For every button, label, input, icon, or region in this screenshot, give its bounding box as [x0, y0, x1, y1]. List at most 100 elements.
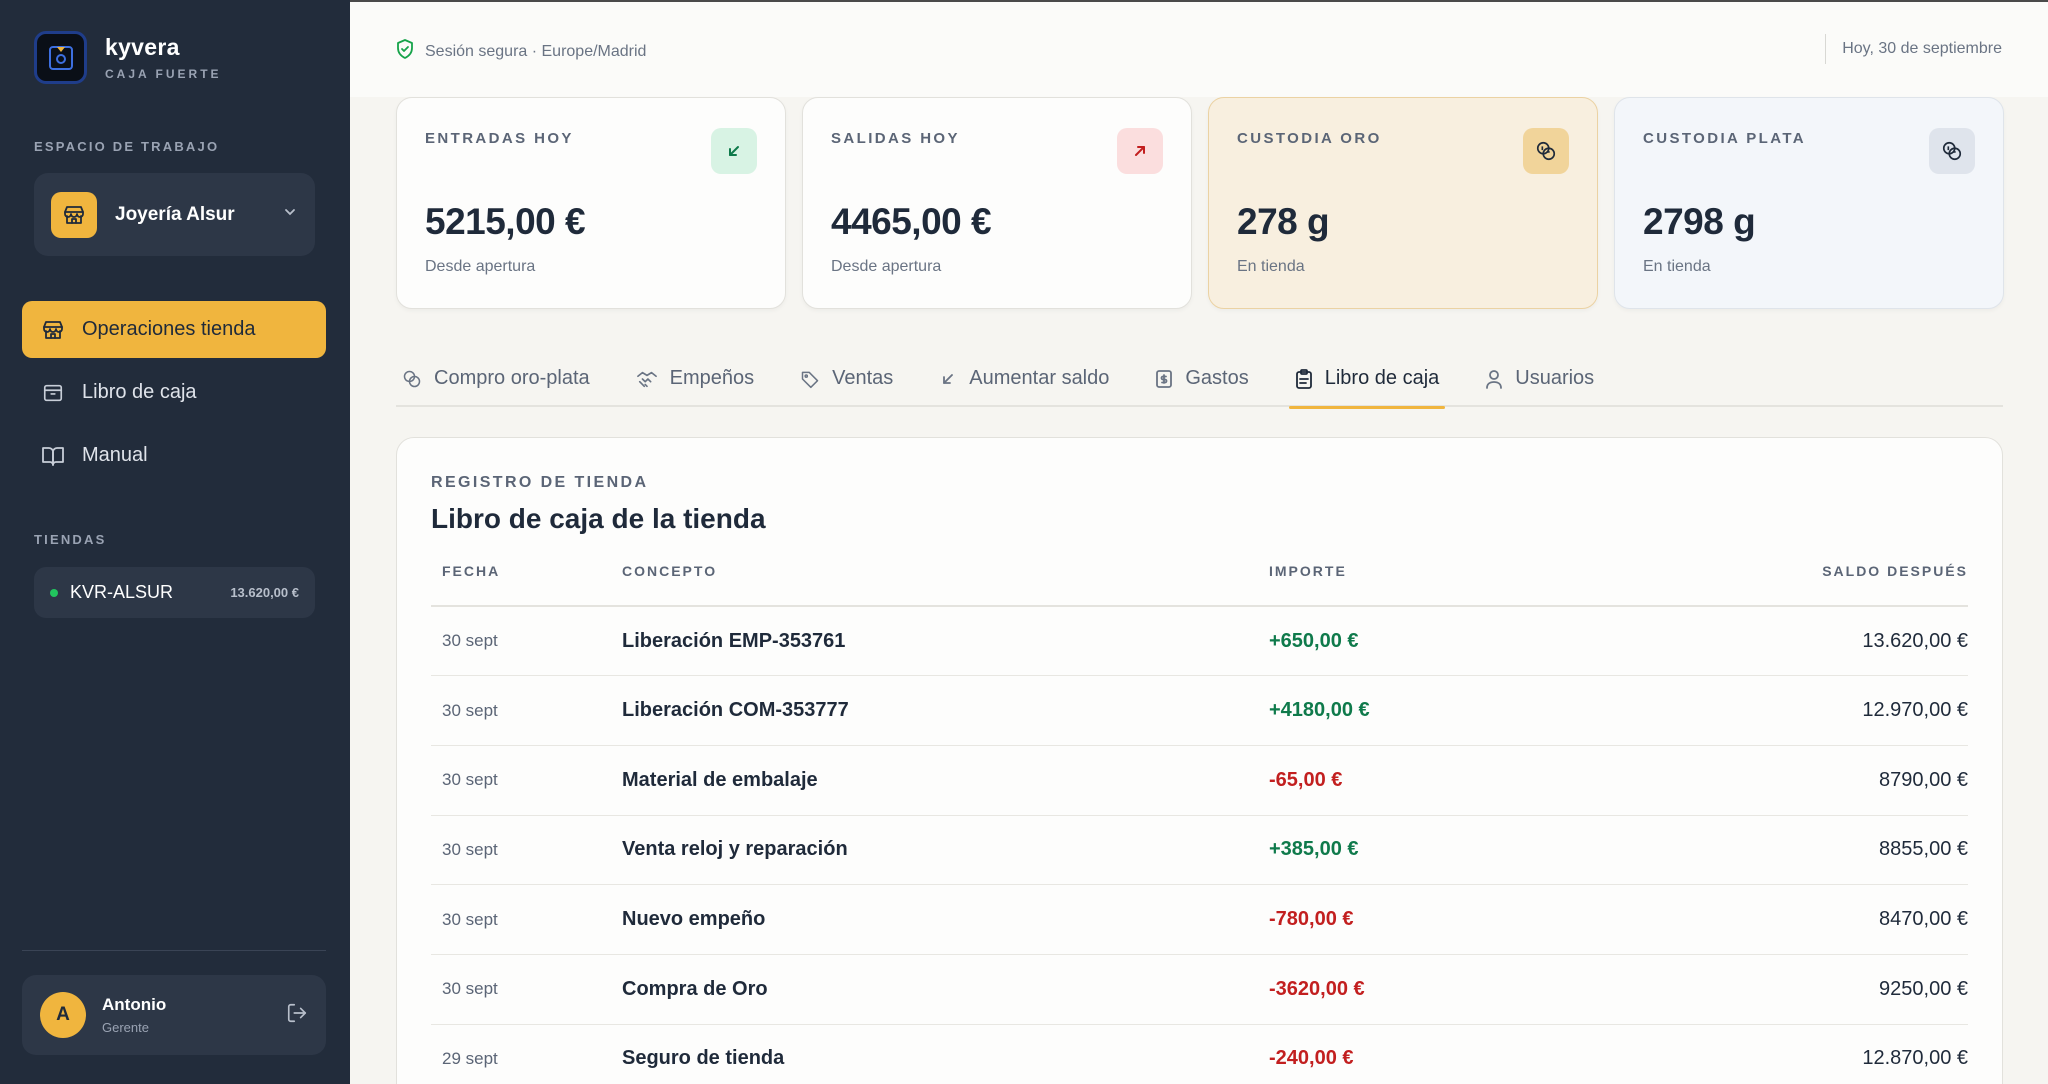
tab-empenos[interactable]: Empeños: [630, 350, 761, 407]
cell-date: 30 sept: [431, 954, 622, 1025]
sidebar-item-label: Operaciones tienda: [82, 318, 256, 340]
table-row[interactable]: 30 sept Venta reloj y reparación +385,00…: [431, 815, 1968, 886]
cell-concept: Compra de Oro: [622, 954, 1269, 1025]
tab-usuarios[interactable]: Usuarios: [1479, 350, 1600, 407]
sidebar-item-operaciones-tienda[interactable]: Operaciones tienda: [22, 301, 326, 358]
tab-label: Gastos: [1185, 367, 1249, 389]
arrow-down-left-icon: [711, 128, 757, 174]
store-icon: [51, 191, 97, 238]
avatar: A: [40, 992, 86, 1038]
cell-balance: 8790,00 €: [1554, 745, 1968, 816]
table-row[interactable]: 30 sept Liberación EMP-353761 +650,00 € …: [431, 606, 1968, 677]
user-role: Gerente: [102, 1020, 149, 1035]
panel-title: Libro de caja de la tienda: [431, 503, 766, 534]
column-header-fecha[interactable]: FECHA: [431, 563, 622, 607]
tag-icon: [800, 369, 820, 389]
cell-balance: 9250,00 €: [1554, 954, 1968, 1025]
tab-label: Ventas: [832, 367, 894, 389]
stat-value: 278 g: [1237, 201, 1330, 242]
coins-icon: [402, 369, 422, 389]
secure-session-indicator: Sesión segura · Europe/Madrid: [396, 39, 646, 64]
stat-value: 5215,00 €: [425, 201, 586, 242]
stat-value: 4465,00 €: [831, 201, 992, 242]
stores-section-label: TIENDAS: [34, 532, 107, 547]
column-header-concepto[interactable]: CONCEPTO: [622, 563, 1269, 607]
arrow-up-right-icon: [1117, 128, 1163, 174]
handshake-icon: [636, 369, 658, 389]
store-item[interactable]: KVR-ALSUR 13.620,00 €: [34, 567, 315, 618]
stat-card-entradas: ENTRADAS HOY 5215,00 € Desde apertura: [396, 97, 786, 309]
cell-amount: -65,00 €: [1269, 745, 1555, 816]
user-card: A Antonio Gerente: [22, 975, 326, 1055]
brand-name: kyvera: [105, 34, 180, 60]
table-row[interactable]: 30 sept Compra de Oro -3620,00 € 9250,00…: [431, 954, 1968, 1025]
brand[interactable]: kyvera CAJA FUERTE: [34, 31, 222, 84]
stat-sub: En tienda: [1643, 258, 1711, 275]
workspace-selector[interactable]: Joyería Alsur: [34, 173, 315, 256]
top-bar: Sesión segura · Europe/Madrid Hoy, 30 de…: [350, 0, 2048, 97]
vault-logo-icon: [34, 31, 87, 84]
sidebar-item-label: Libro de caja: [82, 381, 197, 403]
tab-label: Aumentar saldo: [969, 367, 1110, 389]
ledger-panel: REGISTRO DE TIENDA Libro de caja de la t…: [396, 437, 2003, 1084]
panel-kicker: REGISTRO DE TIENDA: [431, 474, 649, 491]
table-row[interactable]: 30 sept Nuevo empeño -780,00 € 8470,00 €: [431, 884, 1968, 955]
sidebar-item-manual[interactable]: Manual: [22, 427, 326, 484]
tab-label: Libro de caja: [1324, 367, 1440, 389]
stat-card-custodia-oro: CUSTODIA ORO 278 g En tienda: [1208, 97, 1598, 309]
sidebar-nav: Operaciones tienda Libro de caja Manual: [22, 301, 326, 490]
cell-concept: Material de embalaje: [622, 745, 1269, 816]
coins-icon: [1523, 128, 1569, 174]
cell-date: 30 sept: [431, 815, 622, 886]
tab-ventas[interactable]: Ventas: [794, 350, 899, 407]
stat-label: CUSTODIA ORO: [1237, 130, 1382, 147]
cell-amount: -240,00 €: [1269, 1024, 1555, 1084]
secure-session-text: Sesión segura · Europe/Madrid: [425, 42, 647, 60]
stat-sub: En tienda: [1237, 258, 1305, 275]
sidebar-item-libro-de-caja[interactable]: Libro de caja: [22, 364, 326, 421]
cell-concept: Liberación COM-353777: [622, 675, 1269, 746]
cell-amount: +650,00 €: [1269, 606, 1555, 677]
cell-date: 30 sept: [431, 606, 622, 677]
tab-label: Usuarios: [1515, 367, 1595, 389]
stat-sub: Desde apertura: [425, 258, 536, 275]
clipboard-icon: [1295, 368, 1313, 389]
tab-label: Empeños: [669, 367, 755, 389]
table-row[interactable]: 30 sept Material de embalaje -65,00 € 87…: [431, 745, 1968, 816]
store-balance: 13.620,00 €: [230, 585, 299, 600]
today-date: Hoy, 30 de septiembre: [1825, 34, 2002, 64]
user-name: Antonio: [102, 995, 167, 1014]
tab-gastos[interactable]: Gastos: [1149, 350, 1254, 407]
store-name: KVR-ALSUR: [70, 582, 174, 602]
stat-sub: Desde apertura: [831, 258, 942, 275]
tab-label: Compro oro-plata: [434, 367, 590, 389]
brand-subtitle: CAJA FUERTE: [105, 67, 222, 81]
ledger-table: FECHA CONCEPTO IMPORTE SALDO DESPUÉS 30 …: [431, 563, 1968, 1084]
tab-compro-oro-plata[interactable]: Compro oro-plata: [396, 350, 596, 407]
cell-concept: Seguro de tienda: [622, 1024, 1269, 1084]
cell-balance: 12.870,00 €: [1554, 1024, 1968, 1084]
table-row[interactable]: 30 sept Liberación COM-353777 +4180,00 €…: [431, 675, 1968, 746]
column-header-saldo[interactable]: SALDO DESPUÉS: [1554, 563, 1968, 607]
stat-label: SALIDAS HOY: [831, 130, 960, 147]
column-header-importe[interactable]: IMPORTE: [1269, 563, 1555, 607]
today-date-text: Hoy, 30 de septiembre: [1842, 40, 2002, 57]
tab-libro-de-caja[interactable]: Libro de caja: [1288, 350, 1446, 409]
workspace-section-label: ESPACIO DE TRABAJO: [34, 139, 220, 154]
logout-icon[interactable]: [286, 1002, 308, 1029]
tab-bar: Compro oro-plata Empeños Ventas Aumentar…: [396, 350, 2003, 409]
coins-icon: [1929, 128, 1975, 174]
workspace-name: Joyería Alsur: [115, 203, 235, 225]
table-row[interactable]: 29 sept Seguro de tienda -240,00 € 12.87…: [431, 1024, 1968, 1084]
sidebar-divider: [22, 950, 326, 951]
sidebar-item-label: Manual: [82, 444, 148, 466]
user-icon: [1485, 369, 1503, 389]
cell-amount: +385,00 €: [1269, 815, 1555, 886]
shield-check-icon: [396, 39, 425, 64]
cell-balance: 8470,00 €: [1554, 884, 1968, 955]
cell-date: 30 sept: [431, 884, 622, 955]
stat-label: CUSTODIA PLATA: [1643, 130, 1807, 147]
stat-value: 2798 g: [1643, 201, 1756, 242]
book-icon: [40, 443, 66, 469]
tab-aumentar-saldo[interactable]: Aumentar saldo: [933, 350, 1115, 407]
